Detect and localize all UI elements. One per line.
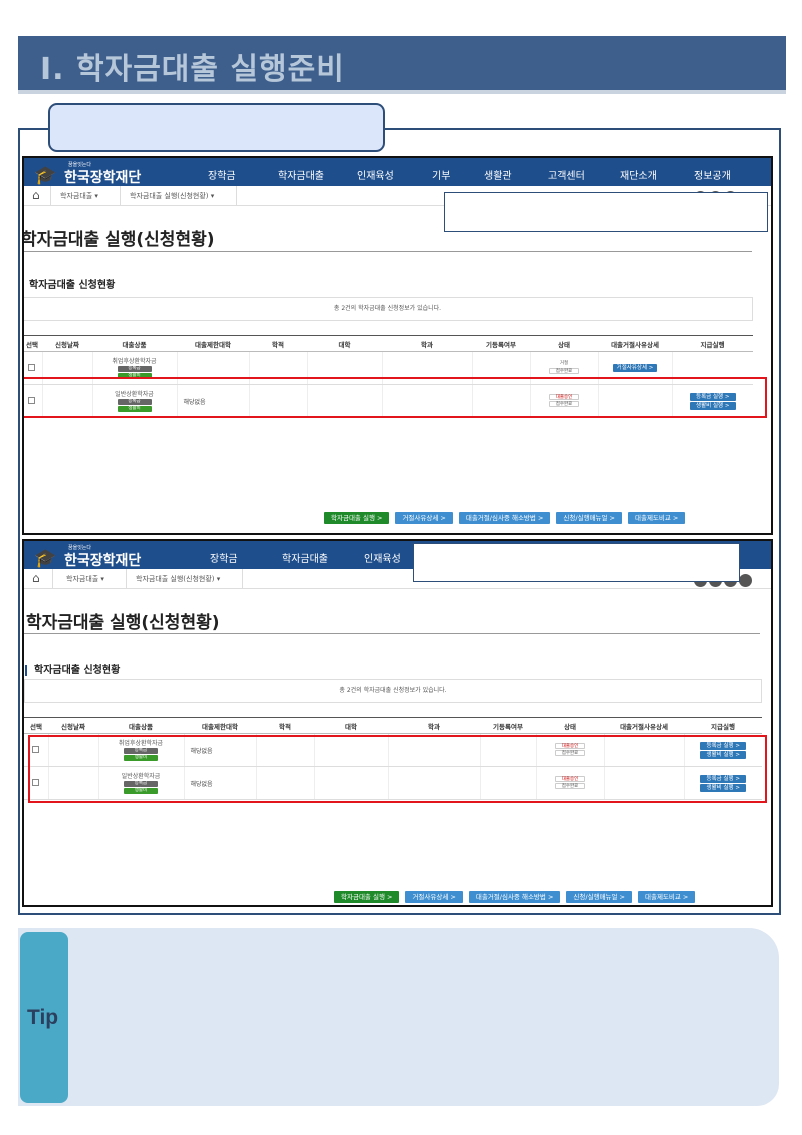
title-divider: [24, 251, 752, 252]
highlight-box: [24, 377, 767, 418]
nav-item-scholarship[interactable]: 장학금: [210, 550, 238, 565]
application-count-text: 총 2건의 학자금대출 신청정보가 있습니다.: [333, 305, 442, 312]
nav-item-scholarship[interactable]: 장학금: [208, 167, 236, 182]
resolution-method-button[interactable]: 대출거절/심사중 해소방법 >: [458, 512, 551, 524]
nav-item-talent[interactable]: 인재육성: [364, 550, 401, 565]
col-header: 기등록여부: [480, 717, 536, 734]
resolution-method-button[interactable]: 대출거절/심사중 해소방법 >: [468, 891, 561, 903]
section-heading: 학자금대출 신청현황: [24, 280, 115, 291]
col-header: 신청날짜: [48, 717, 98, 734]
row-checkbox[interactable]: [28, 363, 36, 371]
application-count-text: 총 2건의 학자금대출 신청정보가 있습니다.: [339, 687, 447, 694]
breadcrumb-item-loan[interactable]: 학자금대출 ▾: [66, 574, 104, 584]
section-title: Ⅰ. 학자금대출 실행준비: [40, 52, 345, 87]
col-header: 신청날짜: [42, 335, 92, 352]
manual-button[interactable]: 신청/실행매뉴얼 >: [556, 512, 622, 524]
breadcrumb-item-current[interactable]: 학자금대출 실행(신청현황) ▾: [136, 574, 220, 584]
title-divider: [24, 633, 760, 634]
graduation-cap-icon: 🎓: [34, 548, 57, 569]
nav-item-loan[interactable]: 학자금대출: [282, 550, 328, 565]
reject-reason-button[interactable]: 거절사유상세 >: [395, 512, 453, 524]
breadcrumb-label: 학자금대출: [60, 192, 93, 200]
col-header: 학적: [256, 717, 314, 734]
callout-box: [444, 192, 768, 232]
graduation-cap-icon: 🎓: [34, 165, 57, 186]
screenshot-1: 🎓 꿈을잇는다 한국장학재단 장학금 학자금대출 인재육성 기부 생활관 고객센…: [22, 156, 773, 535]
page-title: 학자금대출 실행(신청현황): [22, 230, 215, 250]
divider: [52, 569, 53, 589]
table-header-row: 선택 신청날짜 대출상품 대출제한대학 학적 대학 학과 기등록여부 상태 대출…: [24, 335, 753, 352]
col-header: 대출상품: [92, 335, 177, 352]
breadcrumb-label: 학자금대출: [66, 575, 99, 583]
tuition-tag: 등록금: [117, 366, 152, 372]
tip-strip: Tip: [18, 930, 70, 1105]
reject-detail-button[interactable]: 거절사유상세 >: [612, 364, 658, 372]
highlight-box: [28, 735, 767, 803]
table-header-row: 선택 신청날짜 대출상품 대출제한대학 학적 대학 학과 기등록여부 상태 대출…: [24, 717, 762, 734]
breadcrumb-item-loan[interactable]: 학자금대출 ▾: [60, 191, 98, 201]
nav-item-dormitory[interactable]: 생활관: [484, 167, 512, 182]
home-icon[interactable]: ⌂: [32, 571, 40, 585]
col-header: 선택: [24, 717, 48, 734]
divider: [120, 186, 121, 206]
loan-compare-button[interactable]: 대출제도비교 >: [637, 891, 696, 903]
col-header: 대학: [314, 717, 388, 734]
breadcrumb-label: 학자금대출 실행(신청현황): [130, 192, 209, 200]
col-header: 지급실행: [684, 717, 762, 734]
loan-product: 취업후상환학자금: [112, 358, 157, 365]
logo-name: 한국장학재단: [64, 553, 142, 569]
title-shadow: [18, 90, 786, 94]
tip-label: Tip: [27, 1006, 59, 1029]
loan-execute-button[interactable]: 학자금대출 실행 >: [324, 512, 390, 524]
col-header: 상태: [536, 717, 604, 734]
col-header: 상태: [530, 335, 598, 352]
col-header: 학적: [249, 335, 307, 352]
page-title: 학자금대출 실행(신청현황): [26, 613, 220, 633]
bottom-button-bar: 학자금대출 실행 > 거절사유상세 > 대출거절/심사중 해소방법 > 신청/실…: [324, 512, 686, 524]
col-header: 대출상품: [98, 717, 184, 734]
status-text: 거절: [549, 361, 579, 367]
col-header: 선택: [24, 335, 42, 352]
breadcrumb-label: 학자금대출 실행(신청현황): [136, 575, 215, 583]
nav-item-about[interactable]: 재단소개: [620, 167, 657, 182]
col-header: 학과: [382, 335, 472, 352]
callout-box: [413, 543, 740, 582]
reject-reason-button[interactable]: 거절사유상세 >: [405, 891, 463, 903]
nav-item-loan[interactable]: 학자금대출: [278, 167, 324, 182]
application-count-box: 총 2건의 학자금대출 신청정보가 있습니다.: [24, 679, 762, 703]
divider: [50, 186, 51, 206]
loan-execute-button[interactable]: 학자금대출 실행 >: [334, 891, 400, 903]
col-header: 대학: [307, 335, 382, 352]
section-heading: 학자금대출 신청현황: [25, 665, 120, 676]
col-header: 대출거절사유상세: [604, 717, 684, 734]
divider: [126, 569, 127, 589]
tip-panel: [18, 928, 779, 1106]
top-nav: 🎓 꿈을잇는다 한국장학재단 장학금 학자금대출 인재육성 기부 생활관 고객센…: [24, 158, 771, 186]
home-icon[interactable]: ⌂: [32, 188, 40, 202]
bottom-button-bar: 학자금대출 실행 > 거절사유상세 > 대출거절/심사중 해소방법 > 신청/실…: [334, 891, 696, 903]
manual-button[interactable]: 신청/실행매뉴얼 >: [566, 891, 632, 903]
section-title-bar: Ⅰ. 학자금대출 실행준비: [18, 36, 786, 90]
nav-item-disclosure[interactable]: 정보공개: [694, 167, 731, 182]
nav-item-support[interactable]: 고객센터: [548, 167, 585, 182]
breadcrumb-item-current[interactable]: 학자금대출 실행(신청현황) ▾: [130, 191, 214, 201]
col-header: 기등록여부: [472, 335, 530, 352]
col-header: 지급실행: [672, 335, 753, 352]
logo-name: 한국장학재단: [64, 170, 142, 186]
screenshot-2: 🎓 꿈을잇는다 한국장학재단 장학금 학자금대출 인재육성 ⌂ 학자금대출 ▾ …: [22, 539, 773, 907]
divider: [236, 186, 237, 206]
loan-compare-button[interactable]: 대출제도비교 >: [627, 512, 686, 524]
col-header: 대출제한대학: [177, 335, 249, 352]
col-header: 대출제한대학: [184, 717, 256, 734]
col-header: 대출거절사유상세: [598, 335, 672, 352]
nav-item-talent[interactable]: 인재육성: [357, 167, 394, 182]
status-badge: 접수완료: [549, 368, 579, 374]
nav-item-donation[interactable]: 기부: [432, 167, 450, 182]
application-count-box: 총 2건의 학자금대출 신청정보가 있습니다.: [24, 297, 753, 321]
col-header: 학과: [388, 717, 480, 734]
divider: [242, 569, 243, 589]
caption-pill: [48, 103, 385, 152]
